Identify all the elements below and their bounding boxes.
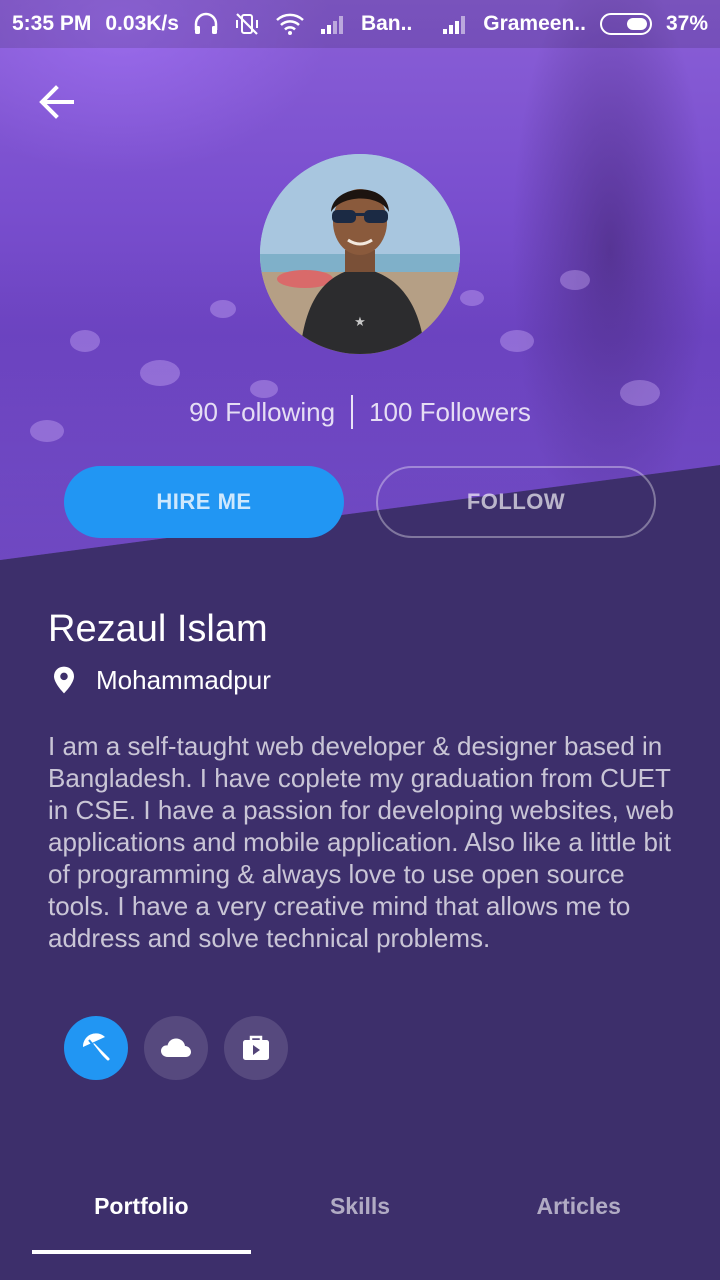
status-carrier-1: Ban.. bbox=[360, 12, 413, 35]
svg-text:★: ★ bbox=[354, 315, 366, 330]
status-bar: 5:35 PM 0.03K/s Ban.. Grameen.. 37% bbox=[0, 0, 720, 48]
tab-portfolio[interactable]: Portfolio bbox=[32, 1170, 251, 1254]
social-links bbox=[64, 1016, 288, 1080]
cover-flower bbox=[560, 270, 590, 290]
profile-tabs: Portfolio Skills Articles bbox=[32, 1170, 688, 1260]
location-pin-icon bbox=[54, 666, 74, 694]
follow-stats: 90 Following 100 Followers bbox=[0, 392, 720, 432]
signal-icon bbox=[319, 13, 347, 35]
battery-icon bbox=[599, 13, 652, 35]
status-speed: 0.03K/s bbox=[105, 12, 179, 35]
followers-count[interactable]: 100 Followers bbox=[369, 397, 531, 428]
headphones-icon bbox=[193, 12, 219, 36]
portfolio-button[interactable] bbox=[224, 1016, 288, 1080]
vibrate-off-icon bbox=[233, 12, 261, 36]
status-time: 5:35 PM bbox=[12, 12, 92, 35]
wifi-icon bbox=[275, 12, 305, 36]
profile-screen: 5:35 PM 0.03K/s Ban.. Grameen.. 37% ★ 90… bbox=[0, 0, 720, 1280]
stats-divider bbox=[351, 395, 354, 429]
umbrella-button[interactable] bbox=[64, 1016, 128, 1080]
location-label: Mohammadpur bbox=[96, 664, 271, 695]
cloud-button[interactable] bbox=[144, 1016, 208, 1080]
profile-name: Rezaul Islam bbox=[48, 608, 268, 650]
cover-flower bbox=[460, 290, 484, 306]
status-battery: 37% bbox=[665, 12, 708, 35]
status-carrier-2: Grameen.. bbox=[483, 12, 586, 35]
profile-location: Mohammadpur bbox=[48, 664, 271, 696]
back-button[interactable] bbox=[36, 82, 76, 122]
tab-articles[interactable]: Articles bbox=[469, 1170, 688, 1242]
cover-flower bbox=[210, 300, 236, 318]
cover-flower bbox=[70, 330, 100, 352]
cloud-icon bbox=[161, 1038, 191, 1057]
arrow-back-icon bbox=[39, 85, 74, 119]
tab-skills[interactable]: Skills bbox=[251, 1170, 470, 1242]
briefcase-play-icon bbox=[243, 1035, 269, 1060]
umbrella-icon bbox=[82, 1033, 110, 1061]
hire-me-button[interactable]: HIRE ME bbox=[64, 466, 344, 538]
cover-flower bbox=[140, 360, 180, 386]
profile-bio: I am a self-taught web developer & desig… bbox=[48, 731, 674, 953]
following-count[interactable]: 90 Following bbox=[189, 397, 335, 428]
follow-button[interactable]: FOLLOW bbox=[376, 466, 656, 538]
avatar: ★ bbox=[260, 154, 460, 354]
cover-flower bbox=[500, 330, 534, 352]
signal-icon bbox=[441, 13, 469, 35]
